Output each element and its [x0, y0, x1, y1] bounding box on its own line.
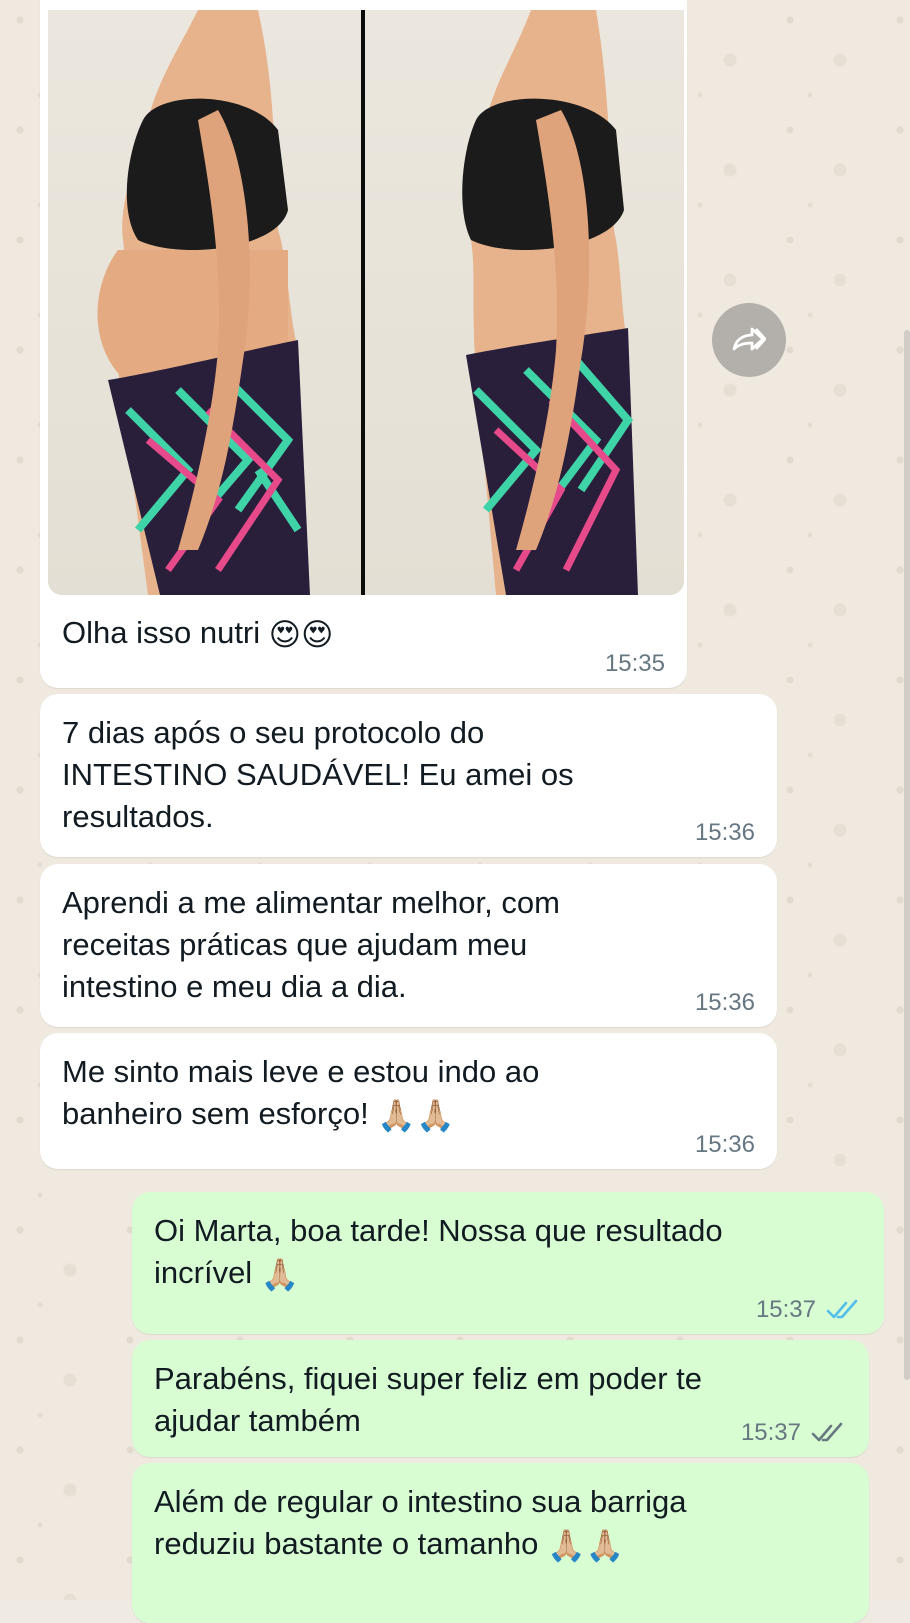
praying-hands-emoji: 🙏🏼🙏🏼 — [546, 1527, 625, 1563]
message-time: 15:36 — [694, 1131, 755, 1158]
image-caption: Olha isso nutri 😍😍 — [62, 612, 333, 656]
message-text: Me sinto mais leve e estou indo ao banhe… — [62, 1051, 755, 1137]
message-bubble[interactable]: Além de regular o intestino sua barriga … — [132, 1463, 869, 1623]
praying-hands-emoji: 🙏🏼 — [260, 1256, 300, 1292]
message-text-content: Me sinto mais leve e estou indo ao banhe… — [62, 1054, 540, 1131]
chat-message-list[interactable]: Olha isso nutri 😍😍 15:35 7 dias após o s… — [0, 0, 910, 1623]
message-text: 7 dias após o seu protocolo do INTESTINO… — [62, 715, 574, 834]
message-meta: 15:36 — [695, 989, 755, 1017]
scrollbar[interactable] — [904, 330, 910, 1380]
after-photo — [366, 10, 684, 595]
message-text: Aprendi a me alimentar melhor, com recei… — [62, 885, 560, 1004]
message-time: 15:36 — [694, 819, 755, 846]
before-after-photo[interactable] — [48, 10, 684, 595]
message-bubble[interactable]: Parabéns, fiquei super feliz em poder te… — [132, 1340, 869, 1457]
forward-icon — [732, 327, 766, 351]
caption-text: Olha isso nutri — [62, 615, 261, 650]
image-message[interactable]: Olha isso nutri 😍😍 15:35 — [40, 0, 687, 688]
message-bubble[interactable]: 7 dias após o seu protocolo do INTESTINO… — [40, 694, 777, 857]
double-check-icon — [811, 1422, 843, 1442]
message-time: 15:37 — [740, 1419, 801, 1446]
message-meta: 15:37 — [741, 1419, 847, 1447]
message-meta: 15:36 — [695, 819, 755, 847]
message-text: Além de regular o intestino sua barriga … — [154, 1481, 847, 1567]
message-time: 15:35 — [604, 650, 665, 677]
before-photo — [48, 10, 366, 595]
message-text: Oi Marta, boa tarde! Nossa que resultado… — [154, 1210, 862, 1296]
double-check-icon — [826, 1299, 858, 1319]
message-text-content: Oi Marta, boa tarde! Nossa que resultado… — [154, 1213, 723, 1290]
forward-button[interactable] — [712, 303, 786, 377]
photo-divider — [361, 10, 365, 595]
message-bubble[interactable]: Me sinto mais leve e estou indo ao banhe… — [40, 1033, 777, 1169]
message-time: 15:36 — [694, 989, 755, 1016]
message-time: 15:37 — [755, 1296, 816, 1323]
praying-hands-emoji: 🙏🏼🙏🏼 — [377, 1097, 455, 1133]
message-meta: 15:35 — [605, 650, 665, 678]
message-bubble[interactable]: Aprendi a me alimentar melhor, com recei… — [40, 864, 777, 1027]
heart-eyes-emoji: 😍😍 — [268, 616, 334, 652]
message-meta: 15:36 — [695, 1131, 755, 1159]
message-meta: 15:37 — [756, 1296, 862, 1324]
message-bubble[interactable]: Oi Marta, boa tarde! Nossa que resultado… — [132, 1192, 884, 1334]
